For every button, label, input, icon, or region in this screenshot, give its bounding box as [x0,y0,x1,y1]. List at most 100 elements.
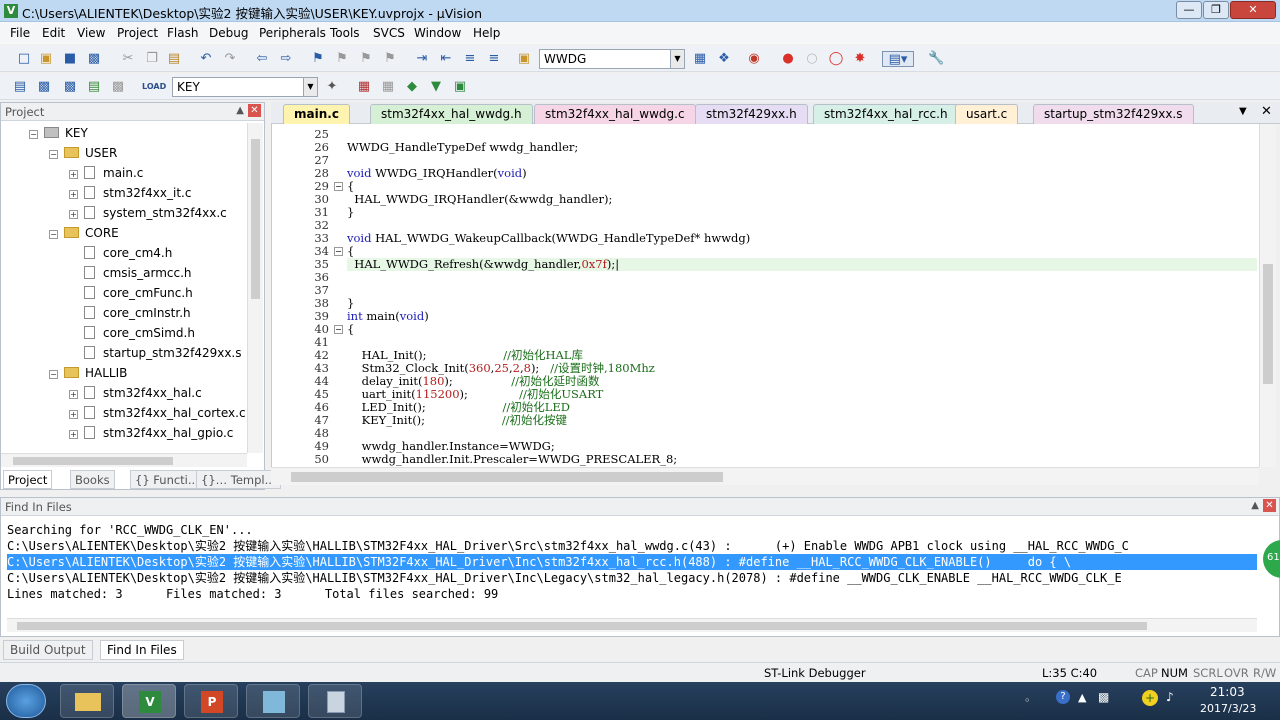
chevron-down-icon[interactable]: ▼ [303,78,317,96]
tree-folder-hallib[interactable]: − HALLIB [49,363,127,383]
unindent-icon[interactable]: ⇤ [438,51,454,67]
comment-icon[interactable]: ≡ [462,51,478,67]
debug-session-icon[interactable]: ◉ [746,51,762,67]
rte-icon[interactable]: ▣ [452,79,468,95]
taskbar-app-icon[interactable] [246,684,300,718]
scroll-thumb[interactable] [251,139,260,299]
language-icon[interactable]: ◦ [1024,694,1031,707]
new-file-icon[interactable]: □ [16,51,32,67]
tree-file[interactable]: + system_stm32f4xx.c [69,203,227,223]
window-layout-icon[interactable]: ▤▾ [882,51,914,67]
expand-icon[interactable]: + [69,430,78,439]
translate-icon[interactable]: ▤ [12,79,28,95]
uncomment-icon[interactable]: ≡ [486,51,502,67]
code-line[interactable]: } [347,206,354,219]
maximize-button[interactable]: ❐ [1203,1,1229,19]
collapse-icon[interactable]: − [49,230,58,239]
pin-icon[interactable]: ▲ [1251,500,1259,511]
find-icon[interactable]: ▦ [692,51,708,67]
configure-wrench-icon[interactable]: 🔧 [928,51,944,67]
fold-toggle-icon[interactable]: − [334,182,343,191]
project-hscroll[interactable] [1,453,247,467]
menu-project[interactable]: Project [117,26,158,40]
tree-file[interactable]: + main.c [69,163,143,183]
network-icon[interactable]: ▩ [1098,690,1109,704]
tab-usart-c[interactable]: usart.c [955,104,1019,124]
incremental-find-icon[interactable]: ❖ [716,51,732,67]
paste-icon[interactable]: ▤ [166,51,182,67]
minimize-button[interactable]: — [1176,1,1202,19]
disable-breakpoint-icon[interactable]: ○ [804,51,820,67]
expand-icon[interactable]: + [69,190,78,199]
rebuild-icon[interactable]: ▩ [62,79,78,95]
tab-hal-wwdg-c[interactable]: stm32f4xx_hal_wwdg.c [534,104,696,124]
start-button-icon[interactable] [6,684,46,718]
taskbar-uvision-icon[interactable]: V [122,684,176,718]
find-in-files-icon[interactable]: ▣ [516,51,532,67]
tray-plus-icon[interactable]: + [1142,690,1158,706]
download-load-icon[interactable]: LOAD [142,79,166,95]
scroll-thumb[interactable] [291,472,723,482]
clear-bookmarks-icon[interactable]: ⚑ [382,51,398,67]
code-line[interactable]: void WWDG_IRQHandler(void) [347,167,527,180]
tree-file[interactable]: + stm32f4xx_hal.c [69,383,202,403]
code-line[interactable]: KEY_Init(); //初始化按键 [347,414,567,427]
tab-project[interactable]: Project [3,470,53,489]
close-panel-icon[interactable]: ✕ [1263,499,1276,512]
nav-back-icon[interactable]: ⇦ [254,51,270,67]
tree-file[interactable]: + stm32f4xx_hal_cortex.c [69,403,246,423]
clock-date[interactable]: 2017/3/23 [1200,702,1256,715]
tree-file[interactable]: startup_stm32f429xx.s [84,343,242,363]
code-line[interactable]: { [347,323,354,336]
code-line[interactable]: HAL_WWDG_Refresh(&wwdg_handler,0x7f);| [347,258,1257,271]
tab-functions[interactable]: {} Functi... [130,470,204,489]
close-tab-icon[interactable]: ✕ [1261,104,1272,119]
menu-peripherals[interactable]: Peripherals [259,26,326,40]
bookmark-icon[interactable]: ⚑ [310,51,326,67]
copy-icon[interactable]: ❐ [144,51,160,67]
code-line[interactable]: WWDG_HandleTypeDef wwdg_handler; [347,141,578,154]
tab-stm32f429xx-h[interactable]: stm32f429xx.h [695,104,808,124]
menu-flash[interactable]: Flash [167,26,198,40]
close-button[interactable]: ✕ [1230,1,1276,19]
pin-icon[interactable]: ▲ [236,105,244,116]
tray-arrow-icon[interactable]: ▲ [1078,691,1086,704]
editor-vscroll[interactable] [1259,124,1276,467]
menu-window[interactable]: Window [414,26,461,40]
project-vscroll[interactable] [247,123,263,453]
manage-packs-icon[interactable]: ▦ [380,79,396,95]
save-all-icon[interactable]: ▩ [86,51,102,67]
manage-components-icon[interactable]: ▦ [356,79,372,95]
open-folder-icon[interactable]: ▣ [38,51,54,67]
menu-svcs[interactable]: SVCS [373,26,405,40]
menu-view[interactable]: View [77,26,105,40]
code-line[interactable]: HAL_WWDG_IRQHandler(&wwdg_handler); [347,193,612,206]
scroll-thumb[interactable] [13,457,173,465]
fold-toggle-icon[interactable]: − [334,325,343,334]
tab-templates[interactable]: {}… Templ... [196,470,281,489]
tab-build-output[interactable]: Build Output [3,640,93,660]
expand-icon[interactable]: + [69,210,78,219]
pack-installer-icon[interactable]: ▼ [428,79,444,95]
nav-forward-icon[interactable]: ⇨ [278,51,294,67]
tab-list-dropdown-icon[interactable]: ▼ [1239,106,1247,117]
code-line[interactable]: wwdg_handler.Init.Prescaler=WWDG_PRESCAL… [347,453,678,466]
save-icon[interactable]: ■ [62,51,78,67]
scroll-thumb[interactable] [1263,264,1273,384]
select-pack-icon[interactable]: ◆ [404,79,420,95]
tree-file[interactable]: core_cmSimd.h [84,323,195,343]
scroll-thumb[interactable] [17,622,1147,630]
menu-help[interactable]: Help [473,26,500,40]
target-combo[interactable]: KEY ▼ [172,77,318,97]
expand-icon[interactable]: + [69,170,78,179]
collapse-icon[interactable]: − [49,370,58,379]
menu-debug[interactable]: Debug [209,26,248,40]
expand-icon[interactable]: + [69,410,78,419]
taskbar-explorer-icon[interactable] [60,684,114,718]
tree-file[interactable]: + stm32f4xx_it.c [69,183,191,203]
help-icon[interactable]: ? [1056,690,1070,704]
tab-main-c[interactable]: main.c [283,104,350,124]
tree-file[interactable]: + stm32f4xx_hal_gpio.c [69,423,233,443]
taskbar-powerpoint-icon[interactable]: P [184,684,238,718]
taskbar-calculator-icon[interactable] [308,684,362,718]
